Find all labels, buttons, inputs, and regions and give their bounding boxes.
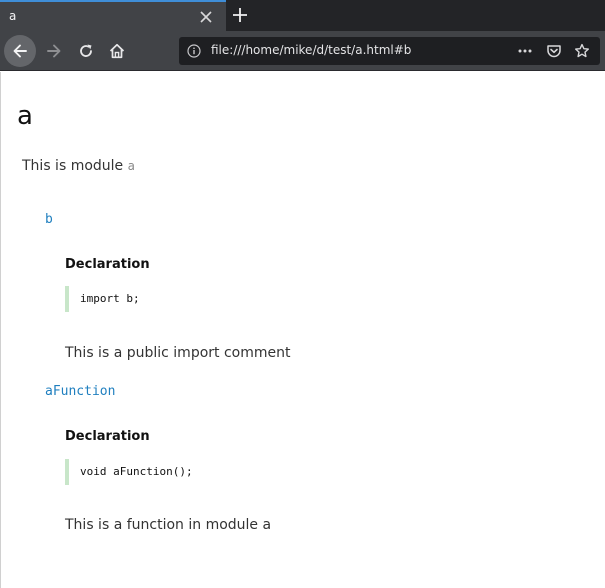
code-block: void aFunction(); <box>65 459 425 485</box>
home-button[interactable] <box>101 35 133 67</box>
arrow-left-icon <box>13 44 27 58</box>
home-icon <box>109 43 125 59</box>
symbol-link-b[interactable]: b <box>45 212 53 227</box>
pocket-icon[interactable] <box>546 43 562 59</box>
symbol-link-afunction[interactable]: aFunction <box>45 384 115 399</box>
reload-button[interactable] <box>70 35 102 67</box>
info-icon[interactable] <box>187 44 201 58</box>
tab-title: a <box>9 9 17 23</box>
reload-icon <box>80 44 92 57</box>
module-description-text: This is module <box>22 158 128 174</box>
declaration-heading: Declaration <box>65 429 150 444</box>
arrow-right-icon <box>47 44 61 58</box>
tab-active[interactable]: a <box>0 0 226 31</box>
tab-strip: a <box>0 0 605 31</box>
bookmark-star-icon[interactable] <box>574 43 590 59</box>
declaration-heading: Declaration <box>65 257 150 272</box>
forward-button[interactable] <box>38 35 70 67</box>
page-title: a <box>17 101 33 131</box>
url-bar[interactable]: file:///home/mike/d/test/a.html#b <box>179 37 600 65</box>
url-text[interactable]: file:///home/mike/d/test/a.html#b <box>211 43 411 57</box>
symbol-comment: This is a public import comment <box>65 345 291 361</box>
module-description: This is module a <box>22 158 135 174</box>
navigation-toolbar: file:///home/mike/d/test/a.html#b <box>0 31 605 71</box>
close-icon[interactable] <box>199 10 213 24</box>
more-actions-icon[interactable] <box>517 43 533 59</box>
code-block: import b; <box>65 286 425 312</box>
page-content: a This is module a b Declaration import … <box>0 72 605 588</box>
module-name: a <box>127 159 135 173</box>
new-tab-icon[interactable] <box>231 6 249 24</box>
symbol-comment: This is a function in module a <box>65 517 272 533</box>
back-button[interactable] <box>4 35 36 67</box>
